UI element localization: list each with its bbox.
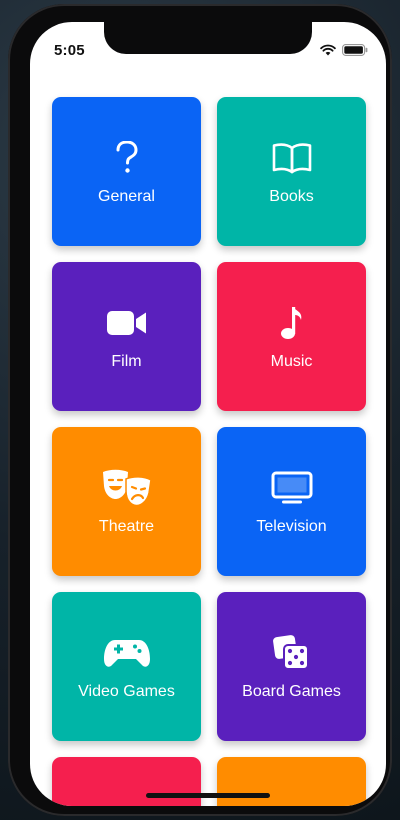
category-grid: General Books Film Music Theatre Televis… — [52, 97, 366, 806]
question-icon — [115, 138, 139, 178]
category-label: Books — [269, 187, 314, 205]
category-tile-partial[interactable] — [217, 757, 366, 806]
category-label: Television — [256, 517, 327, 535]
category-label: Video Games — [78, 682, 175, 700]
category-tile-theatre[interactable]: Theatre — [52, 427, 201, 576]
status-time: 5:05 — [54, 42, 85, 59]
book-icon — [272, 138, 312, 178]
home-indicator[interactable] — [146, 793, 270, 798]
category-label: Board Games — [242, 682, 341, 700]
tv-icon — [271, 468, 313, 508]
device-background: 5:05 General Books Film Music Theatre Te… — [0, 0, 400, 820]
dice-icon — [272, 633, 312, 673]
category-label: General — [98, 187, 155, 205]
category-tile-general[interactable]: General — [52, 97, 201, 246]
status-icons — [320, 43, 368, 61]
category-label: Music — [270, 352, 313, 370]
category-tile-board-games[interactable]: Board Games — [217, 592, 366, 741]
wifi-icon — [320, 43, 336, 61]
battery-icon — [342, 43, 368, 61]
category-tile-books[interactable]: Books — [217, 97, 366, 246]
app-screen: 5:05 General Books Film Music Theatre Te… — [30, 22, 386, 806]
category-label: Theatre — [98, 517, 155, 535]
theatre-masks-icon — [101, 468, 153, 508]
category-tile-film[interactable]: Film — [52, 262, 201, 411]
notch — [104, 22, 312, 54]
category-tile-music[interactable]: Music — [217, 262, 366, 411]
category-tile-video-games[interactable]: Video Games — [52, 592, 201, 741]
category-tile-partial[interactable] — [52, 757, 201, 806]
category-tile-television[interactable]: Television — [217, 427, 366, 576]
gamepad-icon — [103, 633, 151, 673]
video-camera-icon — [106, 303, 148, 343]
music-note-icon — [279, 303, 305, 343]
category-label: Film — [111, 352, 142, 370]
phone-body: 5:05 General Books Film Music Theatre Te… — [8, 4, 392, 816]
